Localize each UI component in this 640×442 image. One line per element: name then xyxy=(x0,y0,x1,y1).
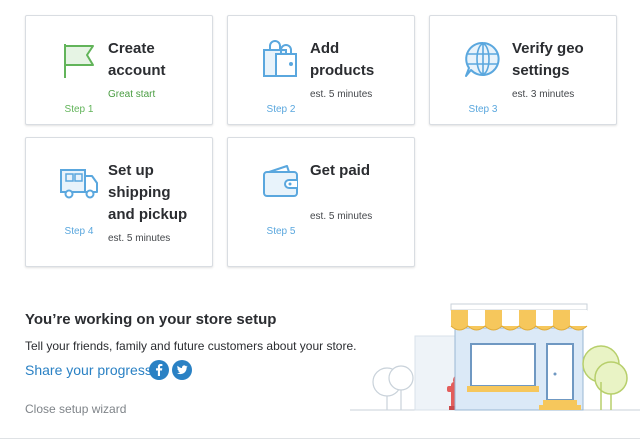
setup-subtext: Tell your friends, family and future cus… xyxy=(25,339,357,353)
step-estimate: est. 5 minutes xyxy=(310,211,373,222)
bottom-divider xyxy=(0,438,640,439)
step-title: Get paid xyxy=(310,162,371,179)
step-number: Step 3 xyxy=(468,104,498,115)
step-title: Create account xyxy=(108,40,166,79)
globe-chat-icon xyxy=(463,40,503,80)
step-number: Step 2 xyxy=(266,104,296,115)
facebook-icon[interactable] xyxy=(149,360,169,380)
step-title: Verify geo settings xyxy=(512,40,584,79)
step-number: Step 4 xyxy=(64,226,94,237)
flag-icon xyxy=(59,40,99,80)
step-card-create-account[interactable]: Step 1 Create account Great start xyxy=(25,15,213,125)
step-card-shipping-pickup[interactable]: Step 4 Set up shipping and pickup est. 5… xyxy=(25,137,213,267)
step-card-add-products[interactable]: Step 2 Add products est. 5 minutes xyxy=(227,15,415,125)
shopping-bag-icon xyxy=(261,40,301,80)
step-estimate: Great start xyxy=(108,89,156,100)
setup-heading: You’re working on your store setup xyxy=(25,311,277,328)
step-title: Add products xyxy=(310,40,375,79)
step-number: Step 1 xyxy=(64,104,94,115)
close-setup-wizard-link[interactable]: Close setup wizard xyxy=(25,402,126,416)
share-progress-link[interactable]: Share your progress xyxy=(25,362,152,378)
step-estimate: est. 3 minutes xyxy=(512,89,575,100)
twitter-icon[interactable] xyxy=(172,360,192,380)
step-card-verify-geo[interactable]: Step 3 Verify geo settings est. 3 minute… xyxy=(429,15,617,125)
truck-icon xyxy=(59,162,99,202)
step-estimate: est. 5 minutes xyxy=(108,233,171,244)
storefront-illustration xyxy=(345,296,640,416)
step-estimate: est. 5 minutes xyxy=(310,89,373,100)
step-number: Step 5 xyxy=(266,226,296,237)
step-card-get-paid[interactable]: Step 5 Get paid est. 5 minutes xyxy=(227,137,415,267)
step-title: Set up shipping and pickup xyxy=(108,162,188,223)
wallet-icon xyxy=(261,162,301,202)
